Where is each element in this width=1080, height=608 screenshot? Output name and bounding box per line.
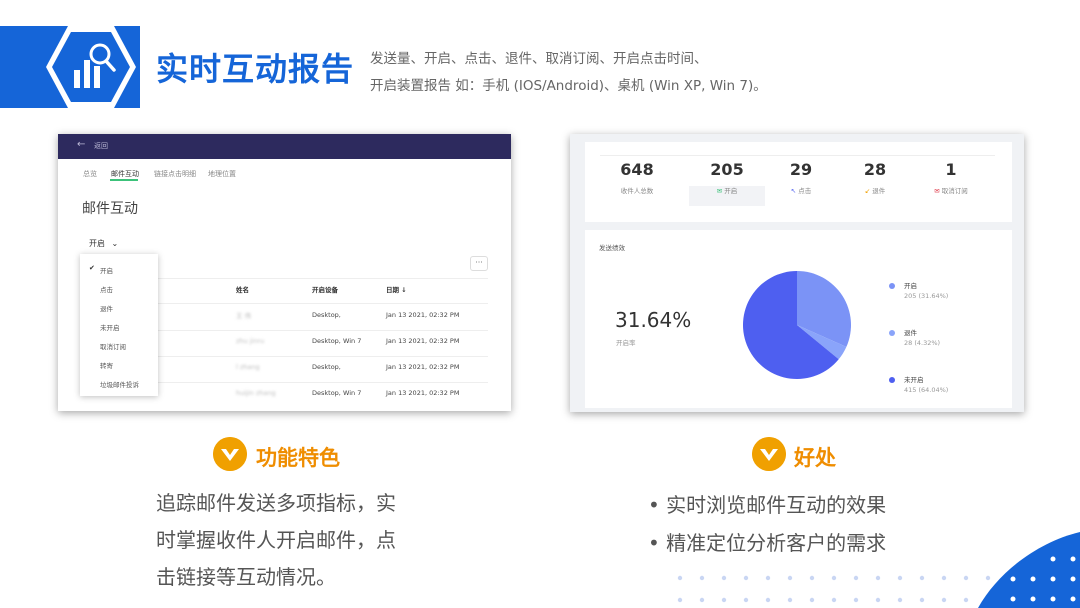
open-rate-label: 开启率 [616, 339, 636, 347]
filter-menu: ✔ 开启 点击 退件 未开启 取消订阅 转寄 垃圾邮件投诉 [80, 254, 158, 396]
bounce-icon: ↙ [864, 187, 871, 195]
chevron-down-icon: ⌄ [111, 239, 119, 248]
stat-value: 1 [945, 160, 957, 179]
stat-label: ✉ 取消订阅 [934, 187, 968, 195]
legend-value: 415 (64.04%) [904, 386, 949, 394]
features-line: 时掌握收件人开启邮件，点 [156, 528, 396, 552]
header-subtitle-line-1: 发送量、开启、点击、退件、取消订阅、开启点击时间、 [370, 51, 708, 67]
cell-device: Desktop, [312, 363, 341, 371]
stat-value: 29 [789, 160, 813, 179]
cell-date: Jan 13 2021, 02:32 PM [386, 311, 460, 319]
stats-panel: 648 收件人总数 205 ✉ 开启 29 ↖ 点击 28 ↙ 退件 1 ✉ 取… [585, 142, 1012, 222]
performance-chart-panel: 发送绩效 31.64% 开启率 开启 205 (31.64%) 退件 28 (4.32… [585, 230, 1012, 408]
features-title: 功能特色 [256, 446, 340, 470]
cursor-icon: ↖ [790, 187, 797, 195]
cell-device: Desktop, Win 7 [312, 389, 362, 397]
features-text: 追踪邮件发送多项指标，实 时掌握收件人开启邮件，点 击链接等互动情况。 [156, 485, 396, 596]
legend-dot [889, 377, 895, 383]
chart-search-icon [46, 26, 136, 108]
stat-value: 205 [710, 160, 744, 179]
tab-overview[interactable]: 总览 [83, 169, 97, 179]
back-arrow-icon[interactable]: ← [77, 139, 85, 150]
stat-label: ↙ 退件 [864, 187, 886, 195]
column-header-name[interactable]: 姓名 [236, 284, 249, 294]
cell-name: zhu jinru [236, 337, 265, 345]
tab-geolocation[interactable]: 地理位置 [208, 169, 236, 179]
menu-item-forward[interactable]: 转寄 [100, 360, 113, 370]
cell-date: Jan 13 2021, 02:32 PM [386, 389, 460, 397]
stat-label: 收件人总数 [620, 187, 654, 195]
open-rate-value: 31.64% [615, 308, 692, 332]
chart-title: 发送绩效 [599, 244, 625, 252]
stat-unsubscribes[interactable]: 1 ✉ 取消订阅 [913, 160, 989, 195]
stats-divider [600, 155, 995, 156]
cell-device: Desktop, [312, 311, 341, 319]
stat-opens[interactable]: 205 ✉ 开启 [689, 160, 765, 195]
page-title: 实时互动报告 [156, 50, 355, 88]
legend-value: 205 (31.64%) [904, 292, 949, 300]
features-line: 追踪邮件发送多项指标，实 [156, 491, 396, 515]
app-top-bar: ← 返回 [58, 134, 511, 159]
benefit-item: • 实时浏览邮件互动的效果 [648, 493, 887, 517]
stat-clicks[interactable]: 29 ↖ 点击 [763, 160, 839, 195]
envelope-icon: ✉ [716, 187, 723, 195]
pie-chart [743, 271, 851, 379]
menu-item-spam-complaint[interactable]: 垃圾邮件投诉 [100, 379, 139, 389]
stat-bounces[interactable]: 28 ↙ 退件 [837, 160, 913, 195]
stat-value: 28 [863, 160, 887, 179]
menu-item-open[interactable]: 开启 [100, 265, 113, 275]
legend-value: 28 (4.32%) [904, 339, 941, 347]
active-tab-underline [110, 179, 138, 181]
legend-dot [889, 283, 895, 289]
cell-name: l zhang [236, 363, 260, 371]
chevron-down-badge-icon [752, 437, 786, 471]
legend-label: 未开启 [904, 376, 924, 384]
legend-label: 开启 [904, 282, 917, 290]
email-interaction-screenshot: ← 返回 总览 邮件互动 链接点击明细 地理位置 邮件互动 开启 ⌄ ✔ 开启 … [58, 134, 511, 411]
menu-item-unsubscribe[interactable]: 取消订阅 [100, 341, 126, 351]
cell-date: Jan 13 2021, 02:32 PM [386, 363, 460, 371]
check-icon: ✔ [89, 264, 95, 272]
column-header-device[interactable]: 开启设备 [312, 284, 338, 294]
performance-screenshot: 648 收件人总数 205 ✉ 开启 29 ↖ 点击 28 ↙ 退件 1 ✉ 取… [570, 134, 1024, 412]
features-line: 击链接等互动情况。 [156, 565, 336, 589]
cell-date: Jan 13 2021, 02:32 PM [386, 337, 460, 345]
benefit-item: • 精准定位分析客户的需求 [648, 531, 887, 555]
cell-name: 王 伟 [236, 312, 252, 320]
stat-recipients[interactable]: 648 收件人总数 [599, 160, 675, 195]
dropdown-value: 开启 [89, 239, 105, 248]
back-label[interactable]: 返回 [94, 141, 108, 151]
filter-dropdown[interactable]: 开启 ⌄ [89, 238, 118, 249]
chevron-down-badge-icon [213, 437, 247, 471]
cell-name: huijin zhang [236, 389, 276, 397]
corner-decoration [978, 532, 1080, 608]
tab-email-interaction[interactable]: 邮件互动 [111, 169, 139, 179]
unsubscribe-icon: ✉ [934, 187, 940, 195]
benefits-title: 好处 [794, 446, 836, 470]
cell-device: Desktop, Win 7 [312, 337, 362, 345]
tab-link-clicks[interactable]: 链接点击明细 [154, 169, 196, 179]
menu-item-bounce[interactable]: 退件 [100, 303, 113, 313]
more-options-button[interactable]: ··· [470, 256, 488, 271]
menu-item-click[interactable]: 点击 [100, 284, 113, 294]
stat-label: ↖ 点击 [790, 187, 812, 195]
section-heading: 邮件互动 [82, 201, 138, 217]
stat-value: 648 [620, 160, 654, 179]
column-header-date[interactable]: 日期 ↓ [386, 284, 407, 294]
menu-item-unopened[interactable]: 未开启 [100, 322, 120, 332]
legend-dot [889, 330, 895, 336]
header-subtitle-line-2: 开启装置报告 如：手机 (IOS/Android)、桌机 (Win XP, Wi… [370, 78, 767, 94]
stat-label: ✉ 开启 [716, 187, 738, 195]
legend-label: 退件 [904, 329, 917, 337]
